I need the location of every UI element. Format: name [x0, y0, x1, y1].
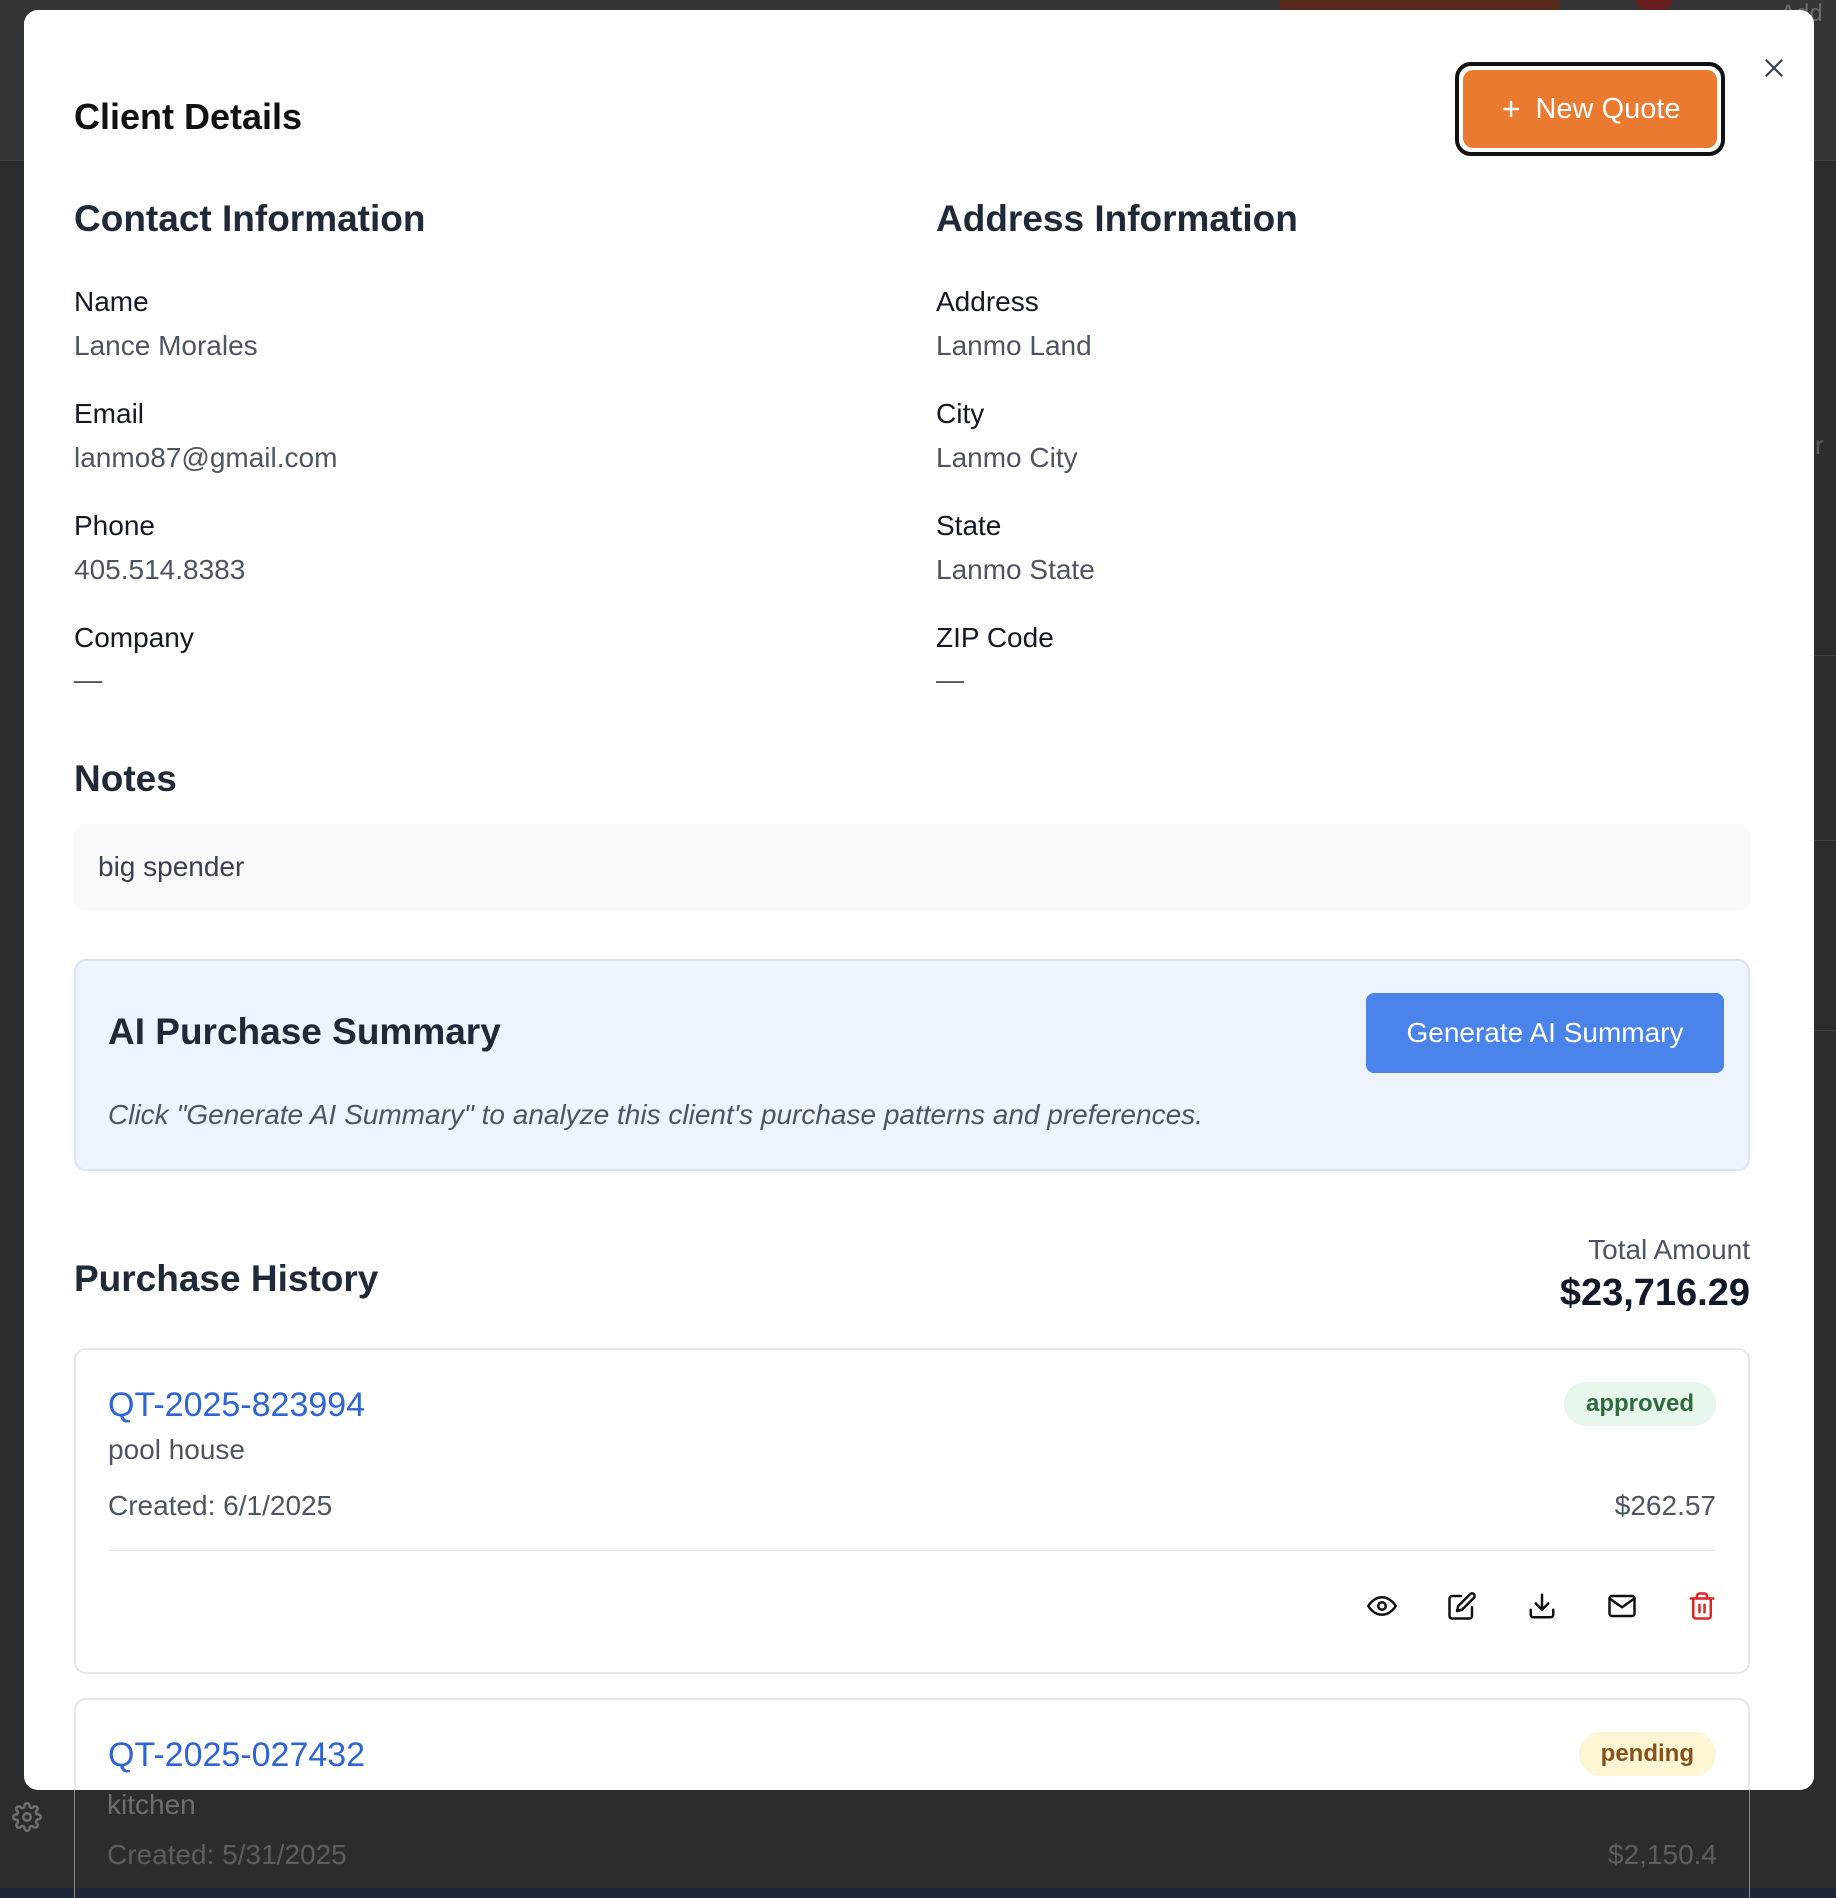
name-value: Lance Morales — [74, 330, 258, 361]
notes-text: big spender — [98, 851, 245, 882]
phone-label: Phone — [74, 510, 155, 541]
email-value: lanmo87@gmail.com — [74, 442, 338, 473]
quote-id-link[interactable]: QT-2025-823994 — [108, 1386, 365, 1425]
city-label: City — [936, 398, 985, 429]
background-divider — [0, 160, 24, 161]
quote-card: QT-2025-823994 approved pool house Creat… — [74, 1348, 1750, 1674]
quote-card: QT-2025-027432 pending — [74, 1698, 1750, 1790]
quote-id-link[interactable]: QT-2025-027432 — [108, 1736, 365, 1775]
card-divider — [108, 1550, 1716, 1551]
background-divider — [1814, 655, 1836, 656]
new-quote-label: New Quote — [1535, 92, 1681, 125]
mail-icon — [1608, 1594, 1636, 1618]
background-divider — [1814, 840, 1836, 841]
company-label: Company — [74, 622, 194, 653]
quote-actions — [1362, 1586, 1722, 1626]
email-quote-button[interactable] — [1602, 1586, 1642, 1626]
eye-icon — [1367, 1596, 1397, 1616]
plus-icon — [1503, 100, 1520, 118]
status-badge: pending — [1578, 1732, 1716, 1776]
notes-box: big spender — [74, 824, 1750, 910]
close-icon — [1765, 59, 1783, 77]
close-button[interactable] — [1754, 48, 1794, 88]
state-label: State — [936, 510, 1002, 541]
trash-icon — [1689, 1592, 1715, 1620]
contact-heading: Contact Information — [74, 198, 426, 239]
edit-quote-button[interactable] — [1442, 1586, 1482, 1626]
new-quote-focus-ring: New Quote — [1455, 62, 1725, 156]
view-quote-button[interactable] — [1362, 1586, 1402, 1626]
zip-value: — — [936, 664, 964, 695]
quote-desc: pool house — [108, 1434, 246, 1465]
notes-heading: Notes — [74, 758, 177, 799]
quote-created: Created: 6/1/2025 — [108, 1490, 333, 1521]
background-button — [1280, 0, 1560, 10]
download-icon — [1529, 1593, 1555, 1619]
quote-amount: $262.57 — [1614, 1490, 1716, 1521]
edit-icon — [1448, 1592, 1476, 1620]
quote-desc: kitchen — [107, 1789, 196, 1820]
background-divider — [1814, 1030, 1836, 1031]
phone-value: 405.514.8383 — [74, 554, 246, 585]
email-label: Email — [74, 398, 145, 429]
name-label: Name — [74, 286, 149, 317]
state-value: Lanmo State — [936, 554, 1095, 585]
ai-summary-hint: Click "Generate AI Summary" to analyze t… — [108, 1099, 1203, 1130]
background-side-text: r — [1815, 430, 1824, 460]
ai-summary-heading: AI Purchase Summary — [108, 1011, 501, 1052]
total-amount-value: $23,716.29 — [1559, 1272, 1750, 1314]
company-value: — — [74, 664, 102, 695]
client-details-modal: Client Details New Quote Contact Informa… — [24, 10, 1814, 1790]
quote-created: Created: 5/31/2025 — [107, 1839, 347, 1870]
background-divider — [1814, 160, 1836, 161]
status-badge: approved — [1563, 1382, 1716, 1426]
download-quote-button[interactable] — [1522, 1586, 1562, 1626]
total-amount-label: Total Amount — [1588, 1234, 1750, 1265]
modal-title: Client Details — [74, 96, 303, 137]
quote-amount: $2,150.4 — [1608, 1839, 1717, 1870]
zip-label: ZIP Code — [936, 622, 1054, 653]
background-avatar — [1636, 0, 1672, 10]
address-heading: Address Information — [936, 198, 1298, 239]
generate-ai-summary-button[interactable]: Generate AI Summary — [1366, 993, 1724, 1073]
city-value: Lanmo City — [936, 442, 1078, 473]
gear-icon[interactable] — [12, 1802, 42, 1839]
delete-quote-button[interactable] — [1682, 1586, 1722, 1626]
new-quote-button[interactable]: New Quote — [1463, 70, 1717, 148]
ai-summary-panel: AI Purchase Summary Generate AI Summary … — [74, 959, 1750, 1171]
address-label: Address — [936, 286, 1039, 317]
address-value: Lanmo Land — [936, 330, 1092, 361]
purchase-history-heading: Purchase History — [74, 1258, 379, 1299]
